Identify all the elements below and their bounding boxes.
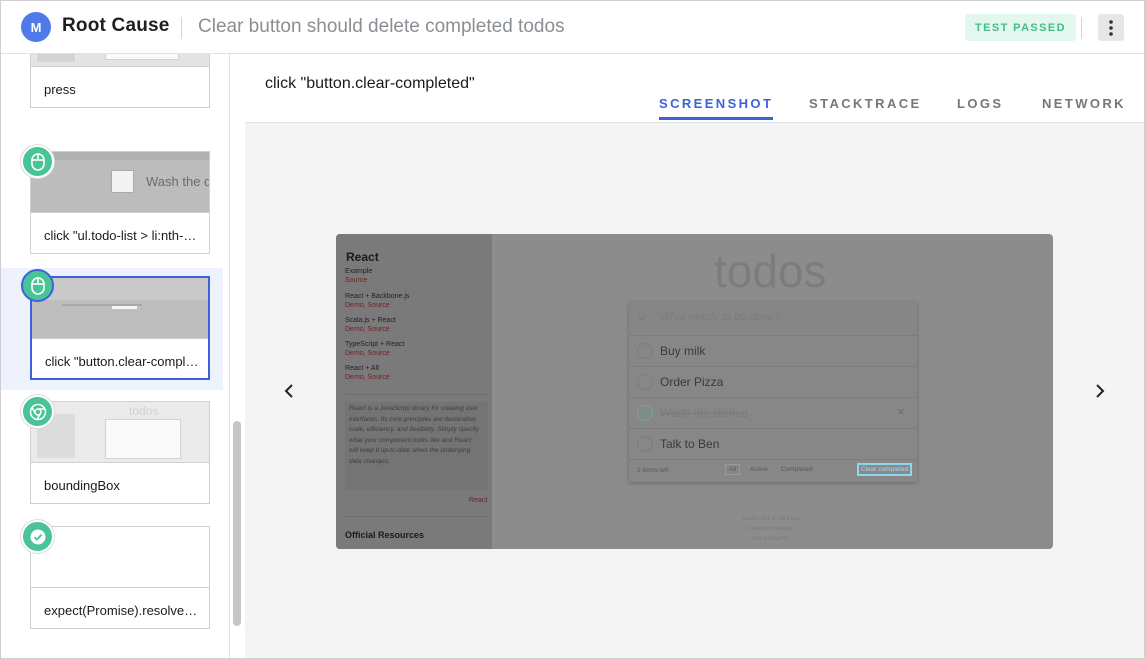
ss-filter: Active xyxy=(750,466,768,473)
app-name: Root Cause xyxy=(62,15,170,36)
next-button[interactable] xyxy=(1090,379,1110,403)
more-menu-button[interactable] xyxy=(1098,14,1124,41)
step-label: expect(Promise).resolves.toEqual xyxy=(44,603,199,618)
ss-link: React + Backbone.js xyxy=(345,293,410,300)
header-divider xyxy=(181,17,182,39)
top-header: M Root Cause Clear button should delete … xyxy=(1,1,1144,54)
ss-link: React + Alt xyxy=(345,365,380,372)
step-thumbnail: todos xyxy=(31,402,209,463)
ss-todo-row: Wash the dishes × xyxy=(629,397,917,428)
chevron-left-icon xyxy=(284,384,293,398)
ss-todo-panel: What needs to be done? Buy milk Order Pi… xyxy=(629,302,917,482)
main-header: click "button.clear-completed" SCREENSHO… xyxy=(245,54,1144,123)
step-item[interactable]: press xyxy=(1,54,223,127)
tab-logs[interactable]: LOGS xyxy=(957,96,1003,117)
thumb-title: todos xyxy=(129,404,159,418)
step-label: click "ul.todo-list > li:nth-child(3) in… xyxy=(44,228,199,243)
header-divider xyxy=(1081,17,1082,39)
mouse-icon xyxy=(21,269,54,302)
ss-new-todo: What needs to be done? xyxy=(660,311,780,323)
ss-link-sub: Demo, Source xyxy=(345,302,390,309)
step-label: click "button.clear-completed" xyxy=(45,354,200,369)
step-thumbnail xyxy=(31,527,209,588)
chrome-icon xyxy=(21,395,54,428)
step-label: press xyxy=(44,82,76,97)
step-card[interactable]: press xyxy=(30,54,210,108)
step-label: boundingBox xyxy=(44,478,120,493)
ss-todo-text: Talk to Ben xyxy=(660,437,720,451)
ss-todo-row: Talk to Ben xyxy=(629,428,917,459)
ss-quote: React is a JavaScript library for creati… xyxy=(349,405,479,465)
ss-filter: All xyxy=(725,464,741,475)
logo-letter: M xyxy=(30,19,42,35)
sidebar-scrollbar[interactable] xyxy=(233,421,241,626)
ss-footer-line: Created by petehunt xyxy=(748,526,794,532)
ss-sidebar: React Example Source React + Backbone.js… xyxy=(336,234,492,549)
step-card[interactable]: click "button.clear-completed" xyxy=(30,276,210,380)
ss-todo-row: Buy milk xyxy=(629,335,917,366)
ss-quote-source: React xyxy=(469,497,488,504)
ss-todo-text: Wash the dishes xyxy=(660,406,749,420)
more-vertical-icon xyxy=(1109,19,1113,36)
ss-todo-text: Buy milk xyxy=(660,344,706,358)
action-title: click "button.clear-completed" xyxy=(265,75,475,92)
ss-link-sub: Source xyxy=(345,277,368,284)
ss-items-left: 3 items left xyxy=(637,467,669,474)
step-item[interactable]: todos boundingBox xyxy=(1,391,223,513)
step-item-active[interactable]: click "button.clear-completed" xyxy=(1,268,223,390)
step-item[interactable]: expect(Promise).resolves.toEqual xyxy=(1,516,223,638)
ss-link-sub: Demo, Source xyxy=(345,326,390,333)
ss-official-resources: Official Resources xyxy=(345,530,425,540)
ss-todo-footer: 3 items left All Active Completed Clear … xyxy=(629,459,917,482)
ss-todo-row: Order Pizza xyxy=(629,366,917,397)
step-thumbnail: Wash the d xyxy=(31,152,209,213)
ss-clear-completed: Clear completed xyxy=(857,463,913,476)
ss-footer-line: Double-click to edit a todo xyxy=(743,516,801,522)
step-item[interactable]: Wash the d click "ul.todo-list > li:nth-… xyxy=(1,141,223,263)
thumb-text: Wash the d xyxy=(146,174,209,189)
step-thumbnail xyxy=(31,54,209,67)
tab-network[interactable]: NETWORK xyxy=(1042,96,1126,117)
previous-button[interactable] xyxy=(279,379,299,403)
tab-screenshot[interactable]: SCREENSHOT xyxy=(659,96,774,120)
step-card[interactable]: todos boundingBox xyxy=(30,401,210,504)
ss-link: TypeScript + React xyxy=(345,341,405,348)
check-icon xyxy=(21,520,54,553)
steps-sidebar: press Wash the d click "ul.todo-list > l… xyxy=(1,54,230,658)
ss-app-title: todos xyxy=(714,245,827,297)
chevron-right-icon xyxy=(1096,384,1105,398)
ss-footer-line: Part of TodoMVC xyxy=(752,536,790,542)
ss-link-sub: Demo, Source xyxy=(345,350,390,357)
ss-link-sub: Demo, Source xyxy=(345,374,390,381)
ss-link: Example xyxy=(345,268,373,275)
ss-filter: Completed xyxy=(781,466,813,473)
ss-sidebar-title: React xyxy=(346,250,379,264)
test-title: Clear button should delete completed tod… xyxy=(198,16,565,37)
ss-link: Scala.js + React xyxy=(345,317,396,324)
mouse-icon xyxy=(21,145,54,178)
status-badge: TEST PASSED xyxy=(965,14,1076,41)
tab-stacktrace[interactable]: STACKTRACE xyxy=(809,96,922,117)
ss-todo-text: Order Pizza xyxy=(660,375,724,389)
screenshot-image: React Example Source React + Backbone.js… xyxy=(336,234,1053,549)
step-card[interactable]: expect(Promise).resolves.toEqual xyxy=(30,526,210,629)
app-window: M Root Cause Clear button should delete … xyxy=(0,0,1145,659)
main-panel: click "button.clear-completed" SCREENSHO… xyxy=(245,54,1144,658)
step-thumbnail xyxy=(32,278,208,339)
app-logo: M xyxy=(21,12,51,42)
step-card[interactable]: Wash the d click "ul.todo-list > li:nth-… xyxy=(30,151,210,254)
